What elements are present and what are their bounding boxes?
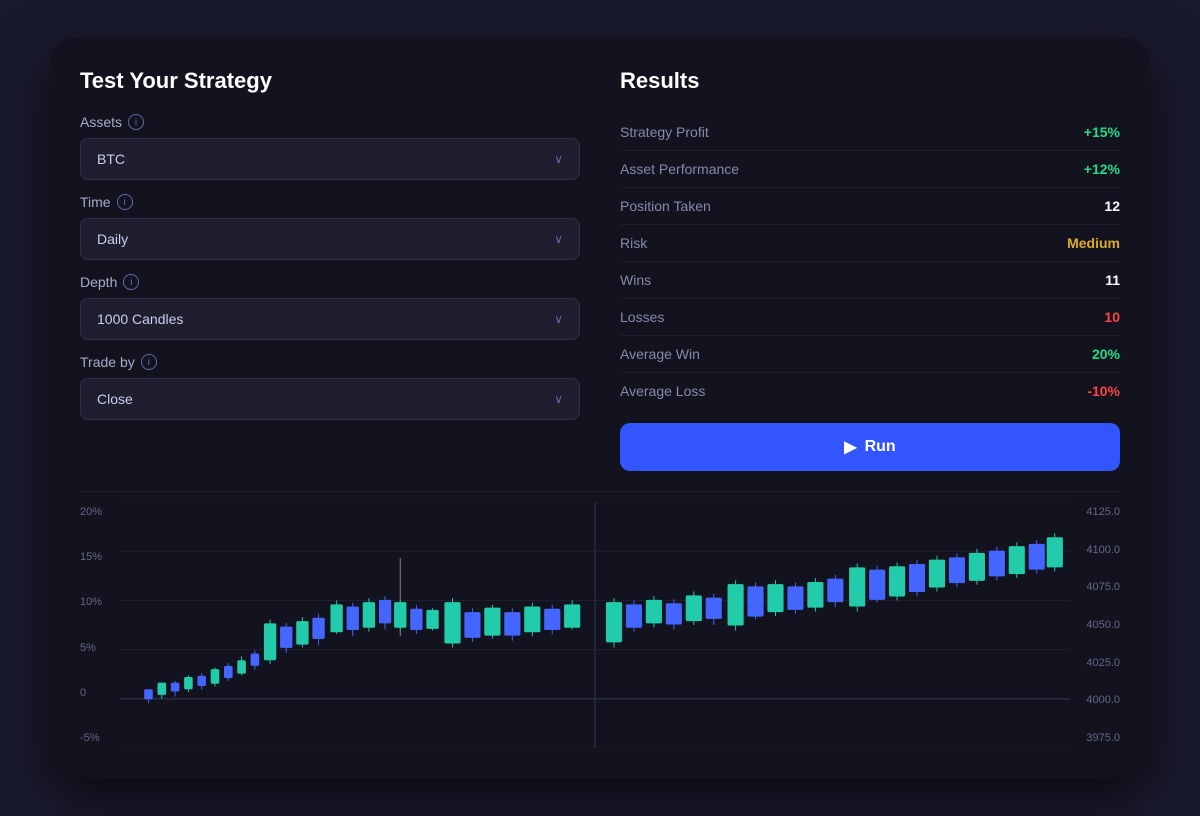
assets-label-row: Assets i (80, 114, 580, 130)
result-value: +15% (1084, 124, 1120, 140)
depth-dropdown-value: 1000 Candles (97, 311, 183, 327)
candlestick-chart (120, 502, 1070, 748)
device-frame: Test Your Strategy Assets i BTC ∨ Time i… (50, 38, 1150, 778)
assets-dropdown[interactable]: BTC ∨ (80, 138, 580, 180)
result-label: Position Taken (620, 198, 711, 214)
left-panel-title: Test Your Strategy (80, 68, 580, 94)
time-label: Time (80, 194, 111, 210)
time-label-row: Time i (80, 194, 580, 210)
y-axis-right-label: 4125.0 (1078, 506, 1120, 518)
depth-label: Depth (80, 274, 117, 290)
run-button[interactable]: ▶ Run (620, 423, 1120, 471)
result-value: 20% (1092, 346, 1120, 362)
result-label: Asset Performance (620, 161, 739, 177)
result-row: Average Loss -10% (620, 373, 1120, 409)
result-row: Wins 11 (620, 262, 1120, 299)
result-label: Average Win (620, 346, 700, 362)
time-chevron-icon: ∨ (554, 232, 563, 246)
assets-info-icon[interactable]: i (128, 114, 144, 130)
y-axis-right-label: 4000.0 (1078, 694, 1120, 706)
y-axis-left-label: -5% (80, 732, 112, 744)
trade-by-label: Trade by (80, 354, 135, 370)
result-label: Losses (620, 309, 664, 325)
result-value: 10 (1104, 309, 1120, 325)
y-axis-right-label: 4075.0 (1078, 581, 1120, 593)
result-row: Position Taken 12 (620, 188, 1120, 225)
result-row: Strategy Profit +15% (620, 114, 1120, 151)
y-axis-right: 4125.0 4100.0 4075.0 4050.0 4025.0 4000.0 3975… (1070, 502, 1120, 748)
result-value: +12% (1084, 161, 1120, 177)
top-section: Test Your Strategy Assets i BTC ∨ Time i… (80, 68, 1120, 471)
result-label: Risk (620, 235, 647, 251)
result-row: Risk Medium (620, 225, 1120, 262)
time-dropdown[interactable]: Daily ∨ (80, 218, 580, 260)
y-axis-left: 20% 15% 10% 5% 0 -5% (80, 502, 120, 748)
y-axis-left-label: 10% (80, 596, 112, 608)
play-icon: ▶ (844, 437, 856, 457)
right-panel: Results Strategy Profit +15% Asset Perfo… (620, 68, 1120, 471)
y-axis-left-label: 0 (80, 687, 112, 699)
trade-by-label-row: Trade by i (80, 354, 580, 370)
result-row: Asset Performance +12% (620, 151, 1120, 188)
chart-section: 20% 15% 10% 5% 0 -5% (80, 491, 1120, 748)
left-panel: Test Your Strategy Assets i BTC ∨ Time i… (80, 68, 580, 471)
y-axis-right-label: 4050.0 (1078, 619, 1120, 631)
run-button-label: Run (865, 438, 896, 456)
result-label: Wins (620, 272, 651, 288)
chart-container: 20% 15% 10% 5% 0 -5% (80, 502, 1120, 748)
result-label: Strategy Profit (620, 124, 709, 140)
depth-dropdown[interactable]: 1000 Candles ∨ (80, 298, 580, 340)
trade-by-dropdown[interactable]: Close ∨ (80, 378, 580, 420)
result-row: Average Win 20% (620, 336, 1120, 373)
result-value: Medium (1067, 235, 1120, 251)
time-info-icon[interactable]: i (117, 194, 133, 210)
depth-chevron-icon: ∨ (554, 312, 563, 326)
chart-area (120, 502, 1070, 748)
trade-by-info-icon[interactable]: i (141, 354, 157, 370)
assets-label: Assets (80, 114, 122, 130)
depth-info-icon[interactable]: i (123, 274, 139, 290)
trade-by-dropdown-value: Close (97, 391, 133, 407)
right-panel-title: Results (620, 68, 1120, 94)
result-row: Losses 10 (620, 299, 1120, 336)
results-table: Strategy Profit +15% Asset Performance +… (620, 114, 1120, 409)
y-axis-left-label: 15% (80, 551, 112, 563)
depth-label-row: Depth i (80, 274, 580, 290)
y-axis-right-label: 4100.0 (1078, 544, 1120, 556)
y-axis-left-label: 5% (80, 642, 112, 654)
y-axis-right-label: 3975.0 (1078, 732, 1120, 744)
result-value: 12 (1104, 198, 1120, 214)
trade-by-chevron-icon: ∨ (554, 392, 563, 406)
result-label: Average Loss (620, 383, 705, 399)
y-axis-right-label: 4025.0 (1078, 657, 1120, 669)
result-value: 11 (1105, 272, 1120, 288)
y-axis-left-label: 20% (80, 506, 112, 518)
assets-chevron-icon: ∨ (554, 152, 563, 166)
result-value: -10% (1087, 383, 1120, 399)
time-dropdown-value: Daily (97, 231, 128, 247)
assets-dropdown-value: BTC (97, 151, 125, 167)
